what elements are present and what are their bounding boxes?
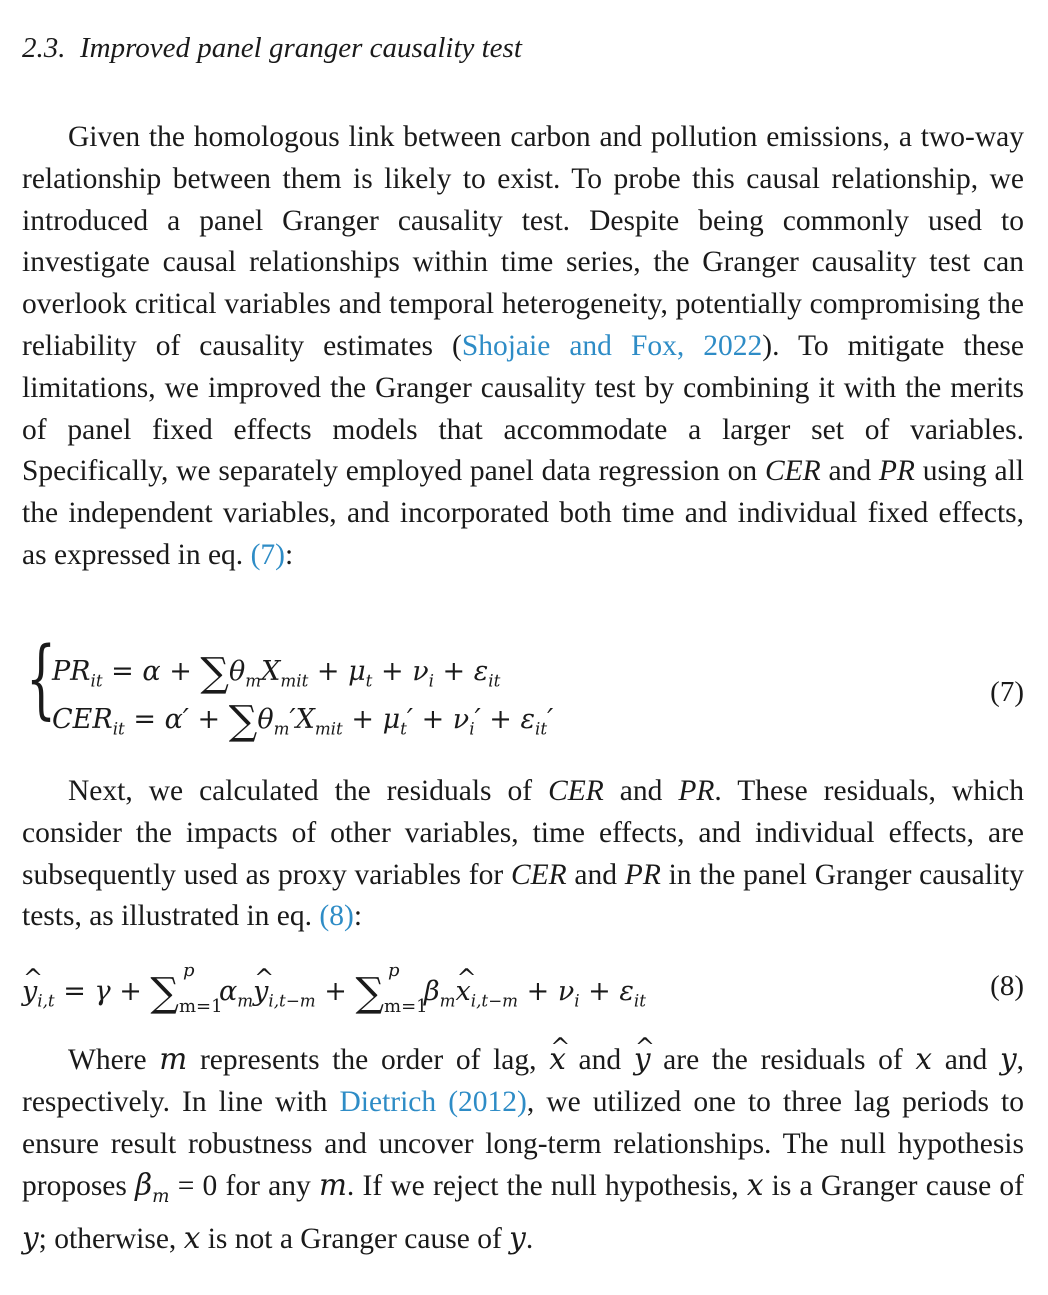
var-m: m — [159, 1042, 188, 1076]
var-pr: PR — [624, 858, 661, 891]
text: Where — [68, 1044, 160, 1076]
var-y: y — [509, 1221, 526, 1256]
var-x: x — [183, 1221, 201, 1256]
citation-link[interactable]: Dietrich (2012) — [340, 1086, 527, 1118]
text: and — [820, 455, 879, 488]
var-x-hat: x — [549, 1027, 570, 1081]
text: : — [284, 538, 294, 571]
text: and — [565, 1044, 634, 1076]
var-cer: CER — [510, 858, 567, 891]
equation-8: yi,t = γ + ∑m=1pαmyi,t−m + ∑m=1pβmxi,t−m… — [22, 960, 1024, 1017]
text: is a Granger cause of — [763, 1170, 1024, 1203]
var-y-hat: y — [634, 1027, 655, 1081]
text: . If we reject the null hypothesis, — [346, 1170, 747, 1203]
equation-ref-link[interactable]: (7) — [251, 539, 285, 571]
paragraph-1: Given the homologous link between carbon… — [22, 117, 1024, 577]
var-x: x — [746, 1168, 764, 1203]
paragraph-2: Next, we calculated the residuals of CER… — [22, 771, 1024, 938]
equation-8-body: yi,t = γ + ∑m=1pαmyi,t−m + ∑m=1pβmxi,t−m… — [22, 960, 646, 1017]
text: ; otherwise, — [38, 1223, 184, 1256]
var-y: y — [999, 1042, 1017, 1076]
equation-7-line-2: CERit = α′ + ∑θm′Xmit + μt′ + νi′ + εit′ — [52, 698, 554, 744]
text: for any — [217, 1170, 319, 1203]
text: and — [603, 775, 679, 807]
text: and — [566, 858, 625, 891]
var-m: m — [318, 1168, 347, 1203]
text: are the residuals of — [650, 1044, 916, 1076]
var-pr: PR — [678, 775, 715, 807]
section-title: Improved panel granger causality test — [80, 32, 522, 64]
var-y: y — [22, 1221, 39, 1256]
text: represents the order of lag, — [187, 1044, 550, 1076]
text: and — [932, 1044, 1000, 1076]
eq-lhs: PR — [52, 656, 91, 687]
equation-number: (7) — [990, 676, 1024, 708]
var-beta-m: βm — [135, 1168, 170, 1208]
equation-7-line-1: PRit = α + ∑θmXmit + μt + νi + εit — [52, 650, 501, 696]
equation-ref-link[interactable]: (8) — [319, 900, 353, 932]
text: : — [353, 900, 363, 933]
var-pr: PR — [878, 455, 915, 488]
eq-lhs: CER — [52, 704, 113, 735]
text: Given the homologous link between carbon… — [22, 121, 1024, 362]
section-heading: 2.3. Improved panel granger causality te… — [22, 32, 522, 65]
equation-number: (8) — [990, 970, 1024, 1002]
var-x: x — [915, 1042, 933, 1076]
section-number: 2.3. — [22, 32, 66, 64]
paragraph-3: Where m represents the order of lag, x a… — [22, 1027, 1024, 1261]
text: . — [525, 1223, 534, 1256]
text: Next, we calculated the residuals of — [68, 775, 549, 807]
var-cer: CER — [764, 455, 821, 488]
citation-link[interactable]: Shojaie and Fox, 2022 — [462, 330, 762, 362]
var-cer: CER — [548, 775, 604, 807]
text: is not a Granger cause of — [200, 1223, 510, 1256]
equation-7: { PRit = α + ∑θmXmit + μt + νi + εit CER… — [22, 636, 1024, 744]
